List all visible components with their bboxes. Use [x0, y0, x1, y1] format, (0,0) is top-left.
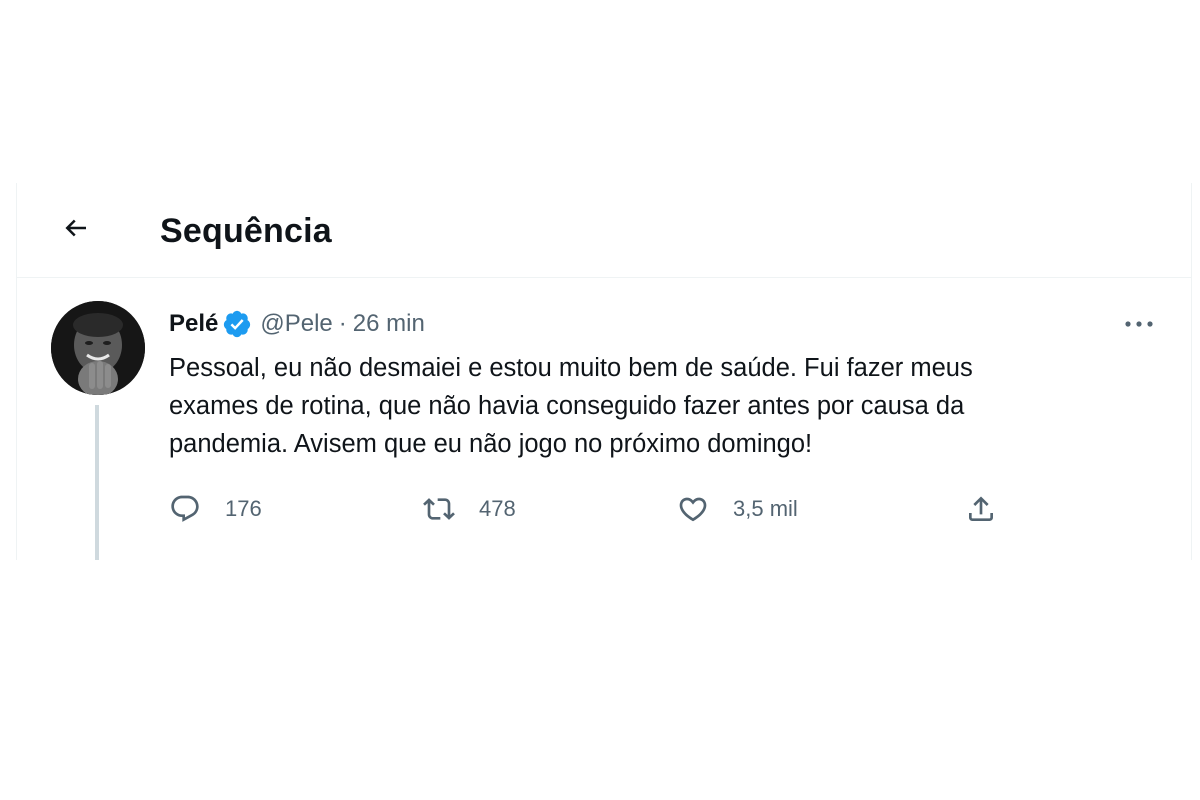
- avatar-portrait: [51, 301, 145, 395]
- more-horizontal-icon: [1125, 321, 1153, 327]
- tweet-timestamp[interactable]: 26 min: [353, 310, 425, 338]
- page-title: Sequência: [160, 212, 332, 250]
- retweet-count: 478: [479, 496, 516, 521]
- separator-dot: ·: [338, 310, 347, 337]
- author-handle[interactable]: @Pele: [260, 310, 332, 338]
- retweet-icon: [423, 498, 455, 520]
- tweet-header: Pelé @Pele · 26 min: [169, 307, 425, 341]
- more-options-button[interactable]: [1121, 309, 1157, 339]
- back-button[interactable]: [55, 207, 97, 249]
- tweet-text: Pessoal, eu não desmaiei e estou muito b…: [169, 354, 973, 458]
- heart-icon: [679, 497, 707, 522]
- share-icon: [969, 496, 993, 521]
- verified-badge-icon: [224, 310, 251, 338]
- reply-count: 176: [225, 496, 262, 521]
- tweet-actions: 176 478 3,5 mil: [169, 489, 1029, 529]
- retweet-button[interactable]: 478: [423, 489, 516, 529]
- thread-panel: Sequência Pelé @Pele · 26 min Pessoal, e…: [16, 183, 1192, 560]
- thread-header: Sequência: [17, 183, 1191, 278]
- reply-bubble-icon: [171, 495, 199, 522]
- thread-connector-line: [95, 405, 99, 560]
- author-name[interactable]: Pelé: [169, 310, 218, 338]
- reply-button[interactable]: 176: [169, 489, 262, 529]
- arrow-left-icon: [65, 219, 86, 237]
- like-count: 3,5 mil: [733, 496, 798, 521]
- share-button[interactable]: [965, 489, 997, 529]
- like-button[interactable]: 3,5 mil: [677, 489, 798, 529]
- avatar[interactable]: [51, 301, 145, 395]
